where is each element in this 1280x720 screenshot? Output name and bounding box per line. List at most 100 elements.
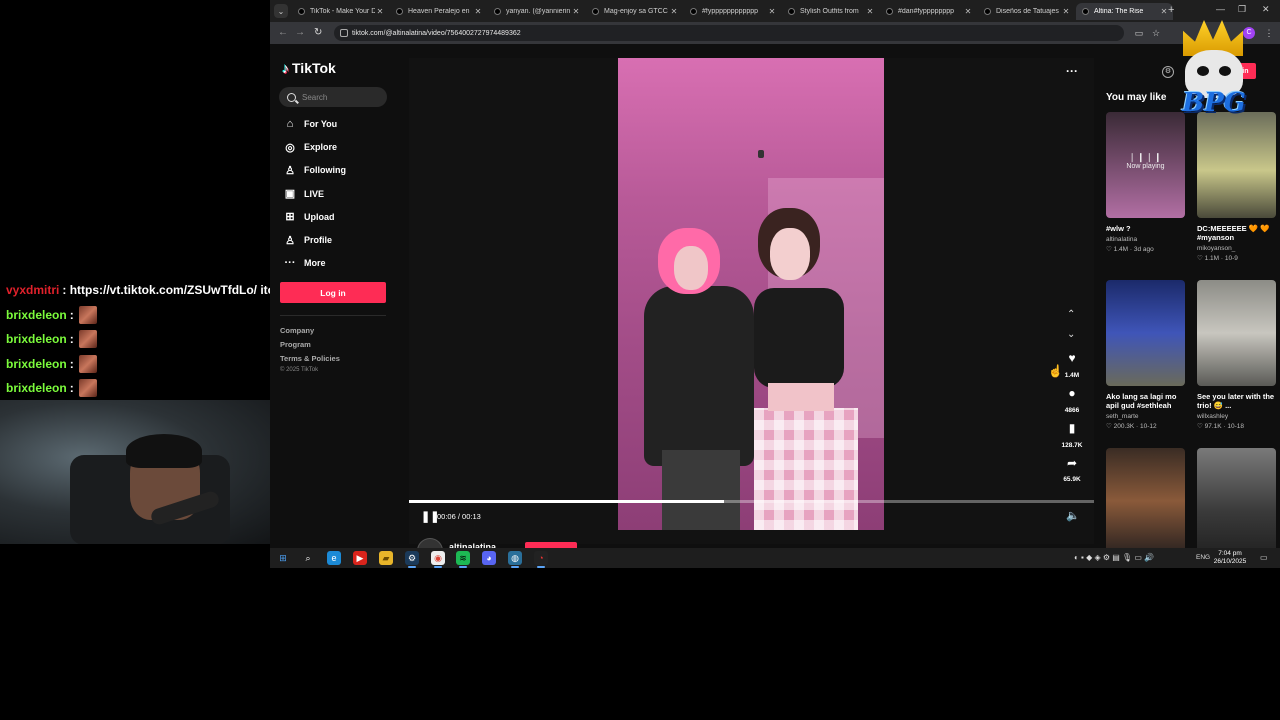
more-options-icon[interactable]: ··· [1066, 64, 1078, 78]
close-tab-icon[interactable]: ✕ [865, 7, 875, 16]
close-tab-icon[interactable]: ✕ [963, 7, 973, 16]
browser-tab[interactable]: yanyan. (@yannierin ✕ [488, 3, 585, 20]
comment-count: 4866 [1064, 407, 1080, 414]
nav-item-upload[interactable]: ⊞ Upload [284, 209, 335, 225]
nav-item-following[interactable]: ♙ Following [284, 162, 346, 178]
dancer-right-pants [754, 408, 858, 530]
browser-tab[interactable]: Heaven Peralejo en ✕ [390, 3, 487, 20]
steam-icon[interactable]: ⚙ [405, 551, 419, 565]
video-card-user[interactable]: mikoyanson_ [1197, 245, 1276, 252]
video-card[interactable]: ❘❙❘❙ Now playing #wlw ? altinalatina ♡ 1.4M … [1106, 112, 1185, 253]
video-card[interactable] [1106, 448, 1185, 548]
search-input[interactable]: Search [279, 87, 387, 107]
spotify-icon[interactable]: ≋ [456, 551, 470, 565]
home-icon: ⌂ [286, 118, 294, 130]
tray-icons[interactable]: ◐ ▪ ◆ ◈ ⚙ ▤ 🎙 ▭ 🔊 [1074, 553, 1154, 562]
tiktok-favicon-icon [690, 8, 697, 15]
video-card-user[interactable]: seth_marte [1106, 413, 1185, 420]
video-frame[interactable] [618, 58, 884, 530]
settings-icon[interactable]: ⚙ [1162, 66, 1174, 78]
clock-time: 7:04 pm [1218, 550, 1242, 557]
close-window-button[interactable]: ✕ [1262, 4, 1270, 15]
tab-active[interactable]: Altina: The Rise ✕ [1076, 3, 1173, 20]
windows-taskbar: ⊞ ⌕ e ▶ ▰ ⚙ ◉ ≋ ◕ ◍ ◔ ◐ ▪ ◆ ◈ ⚙ ▤ 🎙 ▭ 🔊 ENG 7:04 p… [270, 548, 1280, 568]
browser-tab[interactable]: #dan#fypppppppp ✕ [880, 3, 977, 20]
start-icon[interactable]: ⊞ [276, 551, 290, 565]
video-thumbnail[interactable] [1106, 280, 1185, 386]
nav-label: Profile [304, 235, 333, 245]
video-card-user[interactable]: willxashley [1197, 413, 1276, 420]
tiktok-favicon-icon [1082, 8, 1089, 15]
close-tab-icon[interactable]: ✕ [571, 7, 581, 16]
tab-title: Heaven Peralejo en [408, 8, 470, 15]
language-indicator[interactable]: ENG [1196, 554, 1210, 561]
close-tab-icon[interactable]: ✕ [473, 7, 483, 16]
browser-tab[interactable]: Diseños de Tatuajes ✕ [978, 3, 1075, 20]
forward-icon[interactable]: → [295, 27, 305, 38]
bookmark-icon[interactable]: ▮ [1065, 421, 1079, 435]
video-thumbnail[interactable] [1197, 280, 1276, 386]
next-video-icon[interactable]: ⌄ [1067, 329, 1075, 340]
tab-title: Altina: The Rise [1094, 8, 1144, 15]
reload-icon[interactable]: ↻ [314, 27, 322, 38]
browser-tab[interactable]: #fypppppppppppp ✕ [684, 3, 781, 20]
search-icon[interactable]: ⌕ [301, 551, 315, 565]
browser-tab[interactable]: TikTok - Make Your D ✕ [292, 3, 389, 20]
browser-tab[interactable]: Stylish Outfits from ✕ [782, 3, 879, 20]
video-thumbnail[interactable] [1106, 448, 1185, 548]
youtube-icon[interactable]: ▶ [353, 551, 367, 565]
author-avatar[interactable] [417, 538, 443, 548]
bookmark-star-icon[interactable]: ☆ [1151, 28, 1161, 38]
url-input[interactable]: tiktok.com/@altinalatina/video/756400272… [334, 25, 1124, 41]
discord-icon[interactable]: ◕ [482, 551, 496, 565]
video-thumbnail[interactable] [1197, 448, 1276, 548]
video-card-title: #wlw ? [1106, 224, 1131, 233]
cast-icon[interactable]: ▭ [1134, 28, 1144, 38]
site-info-icon[interactable] [340, 29, 348, 37]
video-card[interactable]: Ako lang sa lagi mo apil gud #sethleah se… [1106, 280, 1185, 430]
folder-icon[interactable]: ▰ [379, 551, 393, 565]
nav-item-live[interactable]: ▣ LIVE [284, 186, 324, 202]
close-tab-icon[interactable]: ✕ [375, 7, 385, 16]
browser-menu-icon[interactable]: ⋮ [1264, 28, 1274, 38]
nav-item-explore[interactable]: ◎ Explore [284, 139, 337, 155]
maximize-button[interactable]: ❐ [1238, 4, 1246, 15]
system-clock[interactable]: 7:04 pm 26/10/2025 [1210, 550, 1250, 566]
minimize-button[interactable]: — [1216, 4, 1225, 14]
nav-item-more[interactable]: ··· More [284, 255, 326, 271]
progress-bar[interactable] [409, 500, 1094, 503]
close-tab-icon[interactable]: ✕ [767, 7, 777, 16]
edge-icon[interactable]: e [327, 551, 341, 565]
new-tab-button[interactable]: + [1168, 4, 1180, 16]
nav-item-for-you[interactable]: ⌂ For You [284, 116, 338, 132]
video-thumbnail[interactable]: ❘❙❘❙ Now playing [1106, 112, 1185, 218]
footer-link-company[interactable]: Company [280, 326, 314, 335]
close-tab-icon[interactable]: ✕ [669, 7, 679, 16]
app-icon[interactable]: ◍ [508, 551, 522, 565]
obs-icon[interactable]: ◔ [534, 551, 548, 565]
footer-link-program[interactable]: Program [280, 340, 311, 349]
video-card[interactable]: See you later with the trio! 😅 ... willxa… [1197, 280, 1276, 430]
video-card[interactable] [1197, 448, 1276, 548]
previous-video-icon[interactable]: ⌃ [1067, 309, 1075, 320]
tiktok-favicon-icon [788, 8, 795, 15]
notifications-icon[interactable]: ▭ [1260, 553, 1268, 562]
tiktok-logo[interactable]: ♪ TikTok [282, 60, 336, 76]
browser-tab[interactable]: Mag-enjoy sa GTCC ✕ [586, 3, 683, 20]
login-button[interactable]: Log in [280, 282, 386, 303]
nav-label: Upload [304, 211, 335, 222]
chrome-icon[interactable]: ◉ [431, 551, 445, 565]
back-icon[interactable]: ← [278, 27, 288, 38]
video-card-user[interactable]: altinalatina [1106, 236, 1185, 243]
footer-link-terms[interactable]: Terms & Policies [280, 354, 340, 363]
dancer-right-face [770, 228, 810, 280]
like-heart-icon[interactable]: ♥ [1065, 351, 1079, 365]
comment-icon[interactable]: ● [1065, 386, 1079, 400]
video-player[interactable]: ··· ❚❚ 00:06 / 00:13 🔈 altinalatina [409, 58, 1094, 548]
volume-icon[interactable]: 🔈 [1066, 509, 1080, 522]
nav-item-profile[interactable]: ♙ Profile [284, 232, 332, 248]
tab-search-button[interactable]: ⌄ [274, 4, 288, 18]
close-tab-icon[interactable]: ✕ [1061, 7, 1071, 16]
chat-username: brixdeleon [6, 332, 67, 347]
share-icon[interactable]: ➦ [1065, 456, 1079, 470]
